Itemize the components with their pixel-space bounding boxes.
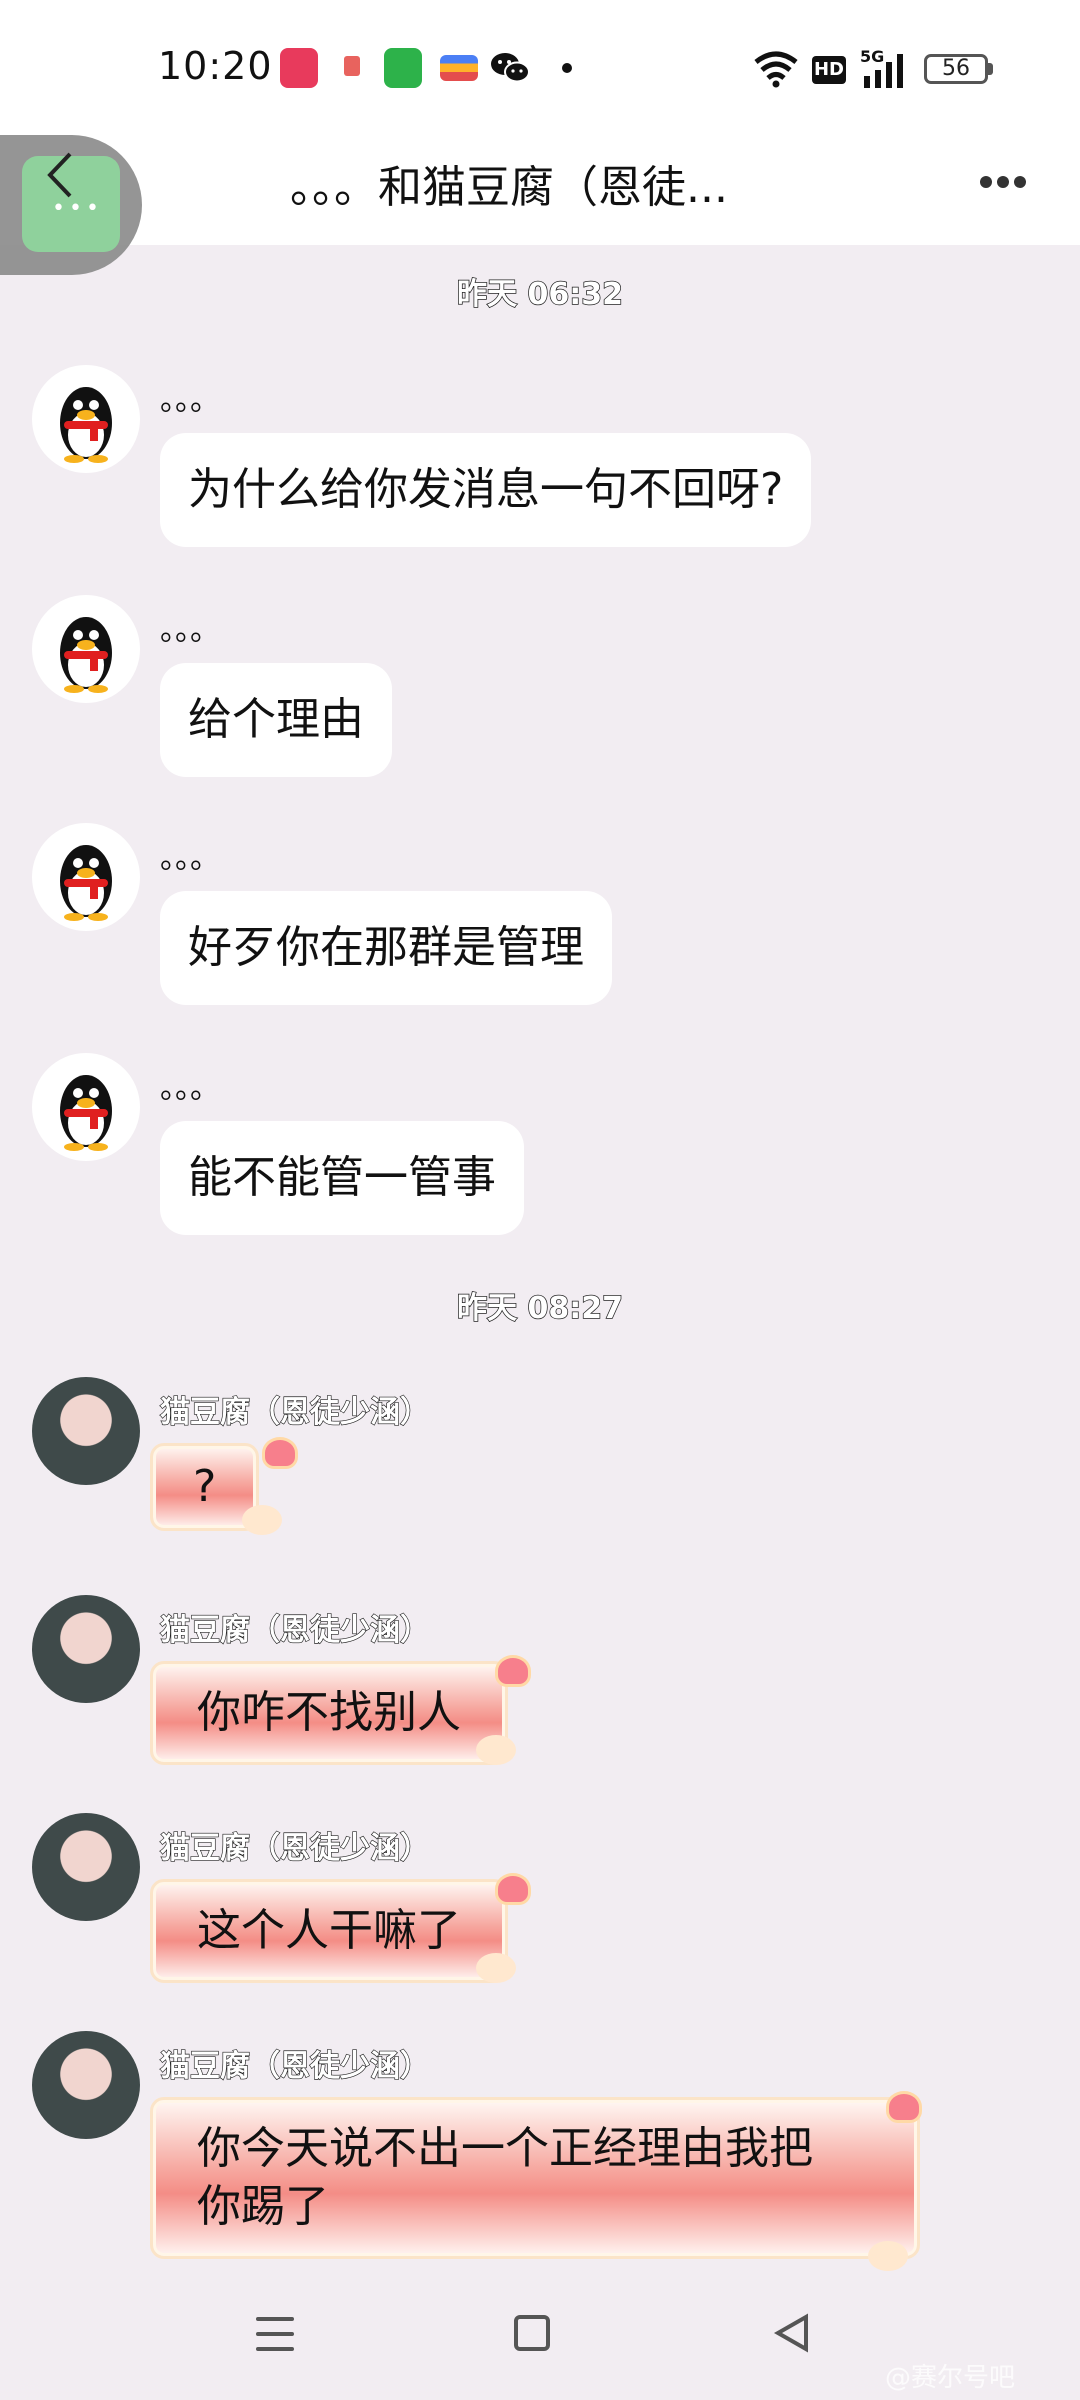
penguin-avatar[interactable] (32, 365, 140, 473)
cat-girl-avatar[interactable] (32, 1813, 140, 1921)
flower-decoration-icon (476, 1735, 516, 1765)
battery-tip (988, 63, 993, 75)
cat-girl-avatar[interactable] (32, 1595, 140, 1703)
sender-name: 。。。 (160, 841, 220, 876)
cat-girl-avatar[interactable] (32, 1377, 140, 1485)
music-app-icon (280, 48, 318, 88)
chat-area[interactable]: 昨天 06:32 。。。 为什么给你发消息一句不回呀? 。。。 给个理由 。。。… (0, 245, 1080, 2275)
green-app-icon (384, 48, 422, 88)
sender-name: 。。。 (160, 1071, 220, 1106)
penguin-icon (60, 1075, 112, 1151)
home-icon[interactable] (514, 2315, 550, 2351)
heart-decoration-icon (886, 2091, 922, 2123)
wechat-icon (491, 53, 530, 83)
penguin-icon (60, 387, 112, 463)
status-time: 10:20 (158, 44, 273, 88)
signal-icon: 5G (860, 47, 903, 88)
penguin-icon (60, 845, 112, 921)
message-bubble[interactable]: 这个人干嘛了 (150, 1879, 508, 1983)
message-bubble[interactable]: 你咋不找别人 (150, 1661, 508, 1765)
more-icon[interactable] (980, 173, 1034, 203)
heart-decoration-icon (495, 1873, 531, 1905)
network-type: 5G (860, 47, 884, 66)
message-bubble[interactable]: 给个理由 (160, 663, 392, 777)
navigation-bar: @赛尔号吧 (0, 2275, 1080, 2400)
message-text-line: 你今天说不出一个正经理由我把 (197, 2123, 813, 2174)
penguin-icon (60, 617, 112, 693)
watermark: @赛尔号吧 (885, 2363, 1016, 2393)
sender-name: 猫豆腐（恩徒少涵） (159, 1830, 430, 1866)
message-bubble[interactable]: 好歹你在那群是管理 (160, 891, 612, 1005)
flower-decoration-icon (476, 1953, 516, 1983)
penguin-avatar[interactable] (32, 1053, 140, 1161)
notification-dot-icon (562, 63, 572, 73)
timestamp: 昨天 06:32 (456, 276, 623, 313)
wallet-app-icon (440, 55, 478, 81)
hd-badge: HD (812, 56, 846, 84)
app-notification-icon (344, 56, 360, 76)
message-bubble[interactable]: 为什么给你发消息一句不回呀? (160, 433, 812, 547)
status-bar: 10:20 HD 5G 56 (0, 0, 1080, 135)
flower-decoration-icon (868, 2241, 908, 2271)
floating-dots: ••• (52, 196, 103, 221)
nav-back-icon[interactable] (772, 2313, 812, 2353)
message-text-line: 你踢了 (197, 2181, 329, 2232)
cat-girl-avatar[interactable] (32, 2031, 140, 2139)
sender-name: 。。。 (160, 383, 220, 418)
sender-name: 猫豆腐（恩徒少涵） (159, 2048, 430, 2084)
wifi-icon (754, 51, 798, 88)
chat-title: 。。。和猫豆腐（恩徒... (290, 162, 728, 213)
sender-name: 猫豆腐（恩徒少涵） (159, 1394, 430, 1430)
chat-header: 。。。和猫豆腐（恩徒... (0, 135, 1080, 245)
battery-icon: 56 (924, 54, 988, 84)
timestamp: 昨天 08:27 (456, 1290, 623, 1327)
penguin-avatar[interactable] (32, 595, 140, 703)
flower-decoration-icon (242, 1505, 282, 1535)
back-icon[interactable] (40, 150, 80, 200)
heart-decoration-icon (262, 1437, 298, 1469)
message-bubble[interactable]: 能不能管一管事 (160, 1121, 524, 1235)
sender-name: 。。。 (160, 613, 220, 648)
heart-decoration-icon (495, 1655, 531, 1687)
sender-name: 猫豆腐（恩徒少涵） (159, 1612, 430, 1648)
menu-icon[interactable] (256, 2317, 294, 2353)
message-bubble[interactable]: 你今天说不出一个正经理由我把 你踢了 (150, 2097, 920, 2259)
penguin-avatar[interactable] (32, 823, 140, 931)
